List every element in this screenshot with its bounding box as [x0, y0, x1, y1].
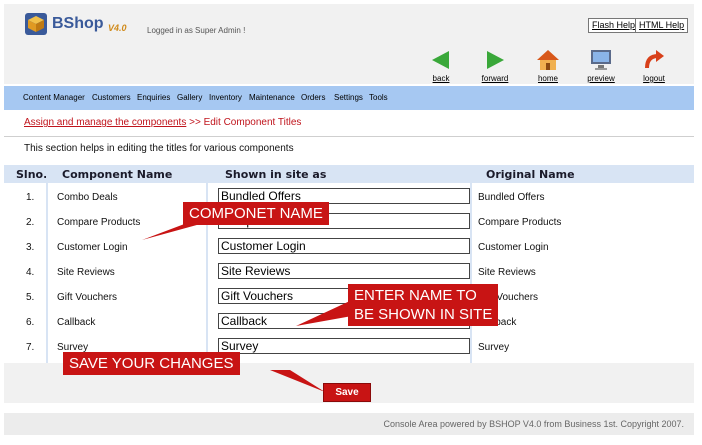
callout-enter-name-line2: BE SHOWN IN SITE [354, 306, 493, 323]
callout-enter-name-line1: ENTER NAME TO [354, 287, 477, 304]
callout-arrow-save [270, 370, 325, 392]
annotation-arrows [142, 220, 352, 392]
bshop-admin-window: BShop V4.0 Logged in as Super Admin ! Fl… [0, 0, 702, 445]
callout-enter-name: ENTER NAME TO BE SHOWN IN SITE [348, 284, 499, 326]
callout-component-name: COMPONET NAME [183, 202, 329, 225]
callout-arrow-enter-name [296, 300, 352, 326]
callout-save-changes: SAVE YOUR CHANGES [63, 352, 240, 375]
